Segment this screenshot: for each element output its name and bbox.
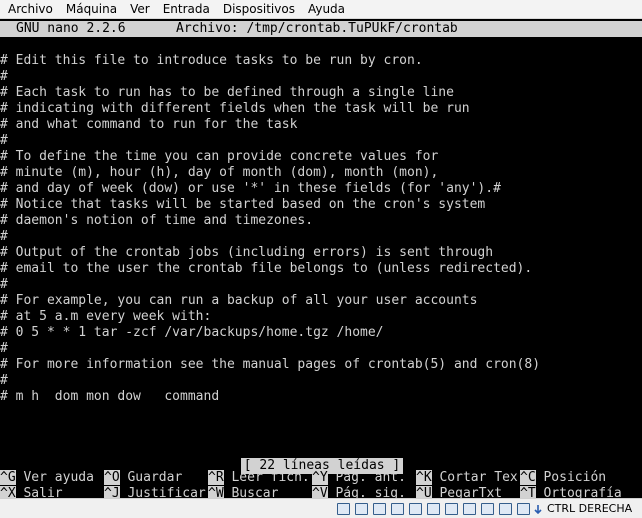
buffer-line[interactable]: # xyxy=(0,229,642,245)
shortcut-key: ^K xyxy=(416,470,432,485)
buffer-line[interactable]: # Notice that tasks will be started base… xyxy=(0,197,642,213)
shortcut-label: Pág. ant. xyxy=(327,470,414,485)
shortcut-key: ^Y xyxy=(312,470,328,485)
host-menu-entrada[interactable]: Entrada xyxy=(157,0,217,18)
network-icon[interactable] xyxy=(391,503,404,515)
host-key-label[interactable]: CTRL DERECHA xyxy=(547,501,632,516)
buffer-line[interactable]: # xyxy=(0,69,642,85)
shortcut-ctrl-y[interactable]: ^Y Pág. ant. xyxy=(312,470,414,486)
hard-disk-icon[interactable] xyxy=(337,503,350,515)
shortcut-ctrl-w[interactable]: ^W Buscar xyxy=(208,486,310,498)
shortcut-key: ^X xyxy=(0,486,16,498)
buffer-line[interactable]: # xyxy=(0,373,642,389)
shortcut-key: ^G xyxy=(0,470,16,485)
nano-version: GNU nano 2.2.6 xyxy=(16,21,126,36)
shortcut-label: Pág. sig. xyxy=(327,486,414,498)
host-menubar: Archivo Máquina Ver Entrada Dispositivos Ayud… xyxy=(0,0,642,19)
shortcut-key: ^U xyxy=(416,486,432,498)
buffer-line[interactable]: # 0 5 * * 1 tar -zcf /var/backups/home.t… xyxy=(0,325,642,341)
buffer-line[interactable]: # xyxy=(0,133,642,149)
nano-title-bar: GNU nano 2.2.6 Archivo: /tmp/crontab.TuP… xyxy=(0,21,642,37)
shortcut-ctrl-x[interactable]: ^X Salir xyxy=(0,486,102,498)
shortcut-label: PegarTxt xyxy=(431,486,518,498)
buffer-line[interactable]: # Output of the crontab jobs (including … xyxy=(0,245,642,261)
buffer-line[interactable]: # xyxy=(0,277,642,293)
shortcut-label: Posición xyxy=(535,470,607,485)
buffer-line[interactable]: # email to the user the crontab file bel… xyxy=(0,261,642,277)
audio-icon[interactable] xyxy=(373,503,386,515)
shortcut-label: Salir xyxy=(15,486,102,498)
shortcut-label: Leer fich. xyxy=(223,470,310,485)
video-capture-icon[interactable] xyxy=(463,503,476,515)
shortcut-ctrl-t[interactable]: ^T Ortografía xyxy=(520,486,622,498)
shortcut-ctrl-v[interactable]: ^V Pág. sig. xyxy=(312,486,414,498)
shortcut-ctrl-k[interactable]: ^K Cortar Tex xyxy=(416,470,518,486)
buffer-line[interactable]: # To define the time you can provide con… xyxy=(0,149,642,165)
mouse-integration-icon[interactable] xyxy=(517,503,530,515)
buffer-line[interactable]: # indicating with different fields when … xyxy=(0,101,642,117)
shortcut-key: ^O xyxy=(104,470,120,485)
host-menu-maquina[interactable]: Máquina xyxy=(60,0,124,18)
shortcut-label: Ver ayuda xyxy=(15,470,102,485)
shortcut-ctrl-o[interactable]: ^O Guardar xyxy=(104,470,206,486)
shortcut-row-2: ^X Salir ^J Justificar ^W Buscar ^V Pág. … xyxy=(0,486,642,498)
usb-icon[interactable] xyxy=(409,503,422,515)
status-line: [ 22 líneas leídas ] xyxy=(0,454,642,474)
shortcut-label: Ortografía xyxy=(535,486,622,498)
buffer-line[interactable]: # and what command to run for the task xyxy=(0,117,642,133)
buffer-line[interactable]: # For more information see the manual pa… xyxy=(0,357,642,373)
host-key-arrow-icon xyxy=(534,505,542,514)
nano-file-title: Archivo: /tmp/crontab.TuPUkF/crontab xyxy=(176,21,458,36)
buffer-line[interactable]: # at 5 a.m every week with: xyxy=(0,309,642,325)
shortcut-key: ^V xyxy=(312,486,328,498)
shortcut-key: ^R xyxy=(208,470,224,485)
host-menu-ver[interactable]: Ver xyxy=(124,0,157,18)
buffer-line[interactable]: # For example, you can run a backup of a… xyxy=(0,293,642,309)
shortcut-key: ^T xyxy=(520,486,536,498)
recording-icon[interactable] xyxy=(481,503,494,515)
shortcut-row-1: ^G Ver ayuda ^O Guardar ^R Leer fich. ^Y … xyxy=(0,470,642,486)
shortcut-ctrl-g[interactable]: ^G Ver ayuda xyxy=(0,470,102,486)
shared-folder-icon[interactable] xyxy=(427,503,440,515)
shortcut-ctrl-r[interactable]: ^R Leer fich. xyxy=(208,470,310,486)
host-menu-archivo[interactable]: Archivo xyxy=(2,0,60,18)
host-statusbar: CTRL DERECHA xyxy=(0,498,642,518)
shortcut-key: ^W xyxy=(208,486,224,498)
buffer-line[interactable]: # m h dom mon dow command xyxy=(0,389,642,405)
shortcut-ctrl-j[interactable]: ^J Justificar xyxy=(104,486,206,498)
display-icon[interactable] xyxy=(445,503,458,515)
shortcut-key: ^J xyxy=(104,486,120,498)
shortcut-label: Justificar xyxy=(119,486,206,498)
host-menu-dispositivos[interactable]: Dispositivos xyxy=(217,0,302,18)
buffer-line[interactable]: # Edit this file to introduce tasks to b… xyxy=(0,53,642,69)
cpu-icon[interactable] xyxy=(499,503,512,515)
shortcut-ctrl-u[interactable]: ^U PegarTxt xyxy=(416,486,518,498)
buffer-line[interactable]: # and day of week (dow) or use '*' in th… xyxy=(0,181,642,197)
shortcut-label: Guardar xyxy=(119,470,206,485)
buffer-line[interactable]: # xyxy=(0,341,642,357)
shortcut-ctrl-c[interactable]: ^C Posición xyxy=(520,470,606,486)
host-menu-ayuda[interactable]: Ayuda xyxy=(302,0,352,18)
optical-drive-icon[interactable] xyxy=(355,503,368,515)
shortcut-label: Cortar Tex xyxy=(431,470,518,485)
shortcut-key: ^C xyxy=(520,470,536,485)
buffer-line[interactable]: # daemon's notion of time and timezones. xyxy=(0,213,642,229)
shortcut-label: Buscar xyxy=(223,486,310,498)
guest-console[interactable]: GNU nano 2.2.6 Archivo: /tmp/crontab.TuP… xyxy=(0,19,642,498)
buffer-line[interactable]: # Each task to run has to be defined thr… xyxy=(0,85,642,101)
buffer-line[interactable]: # minute (m), hour (h), day of month (do… xyxy=(0,165,642,181)
